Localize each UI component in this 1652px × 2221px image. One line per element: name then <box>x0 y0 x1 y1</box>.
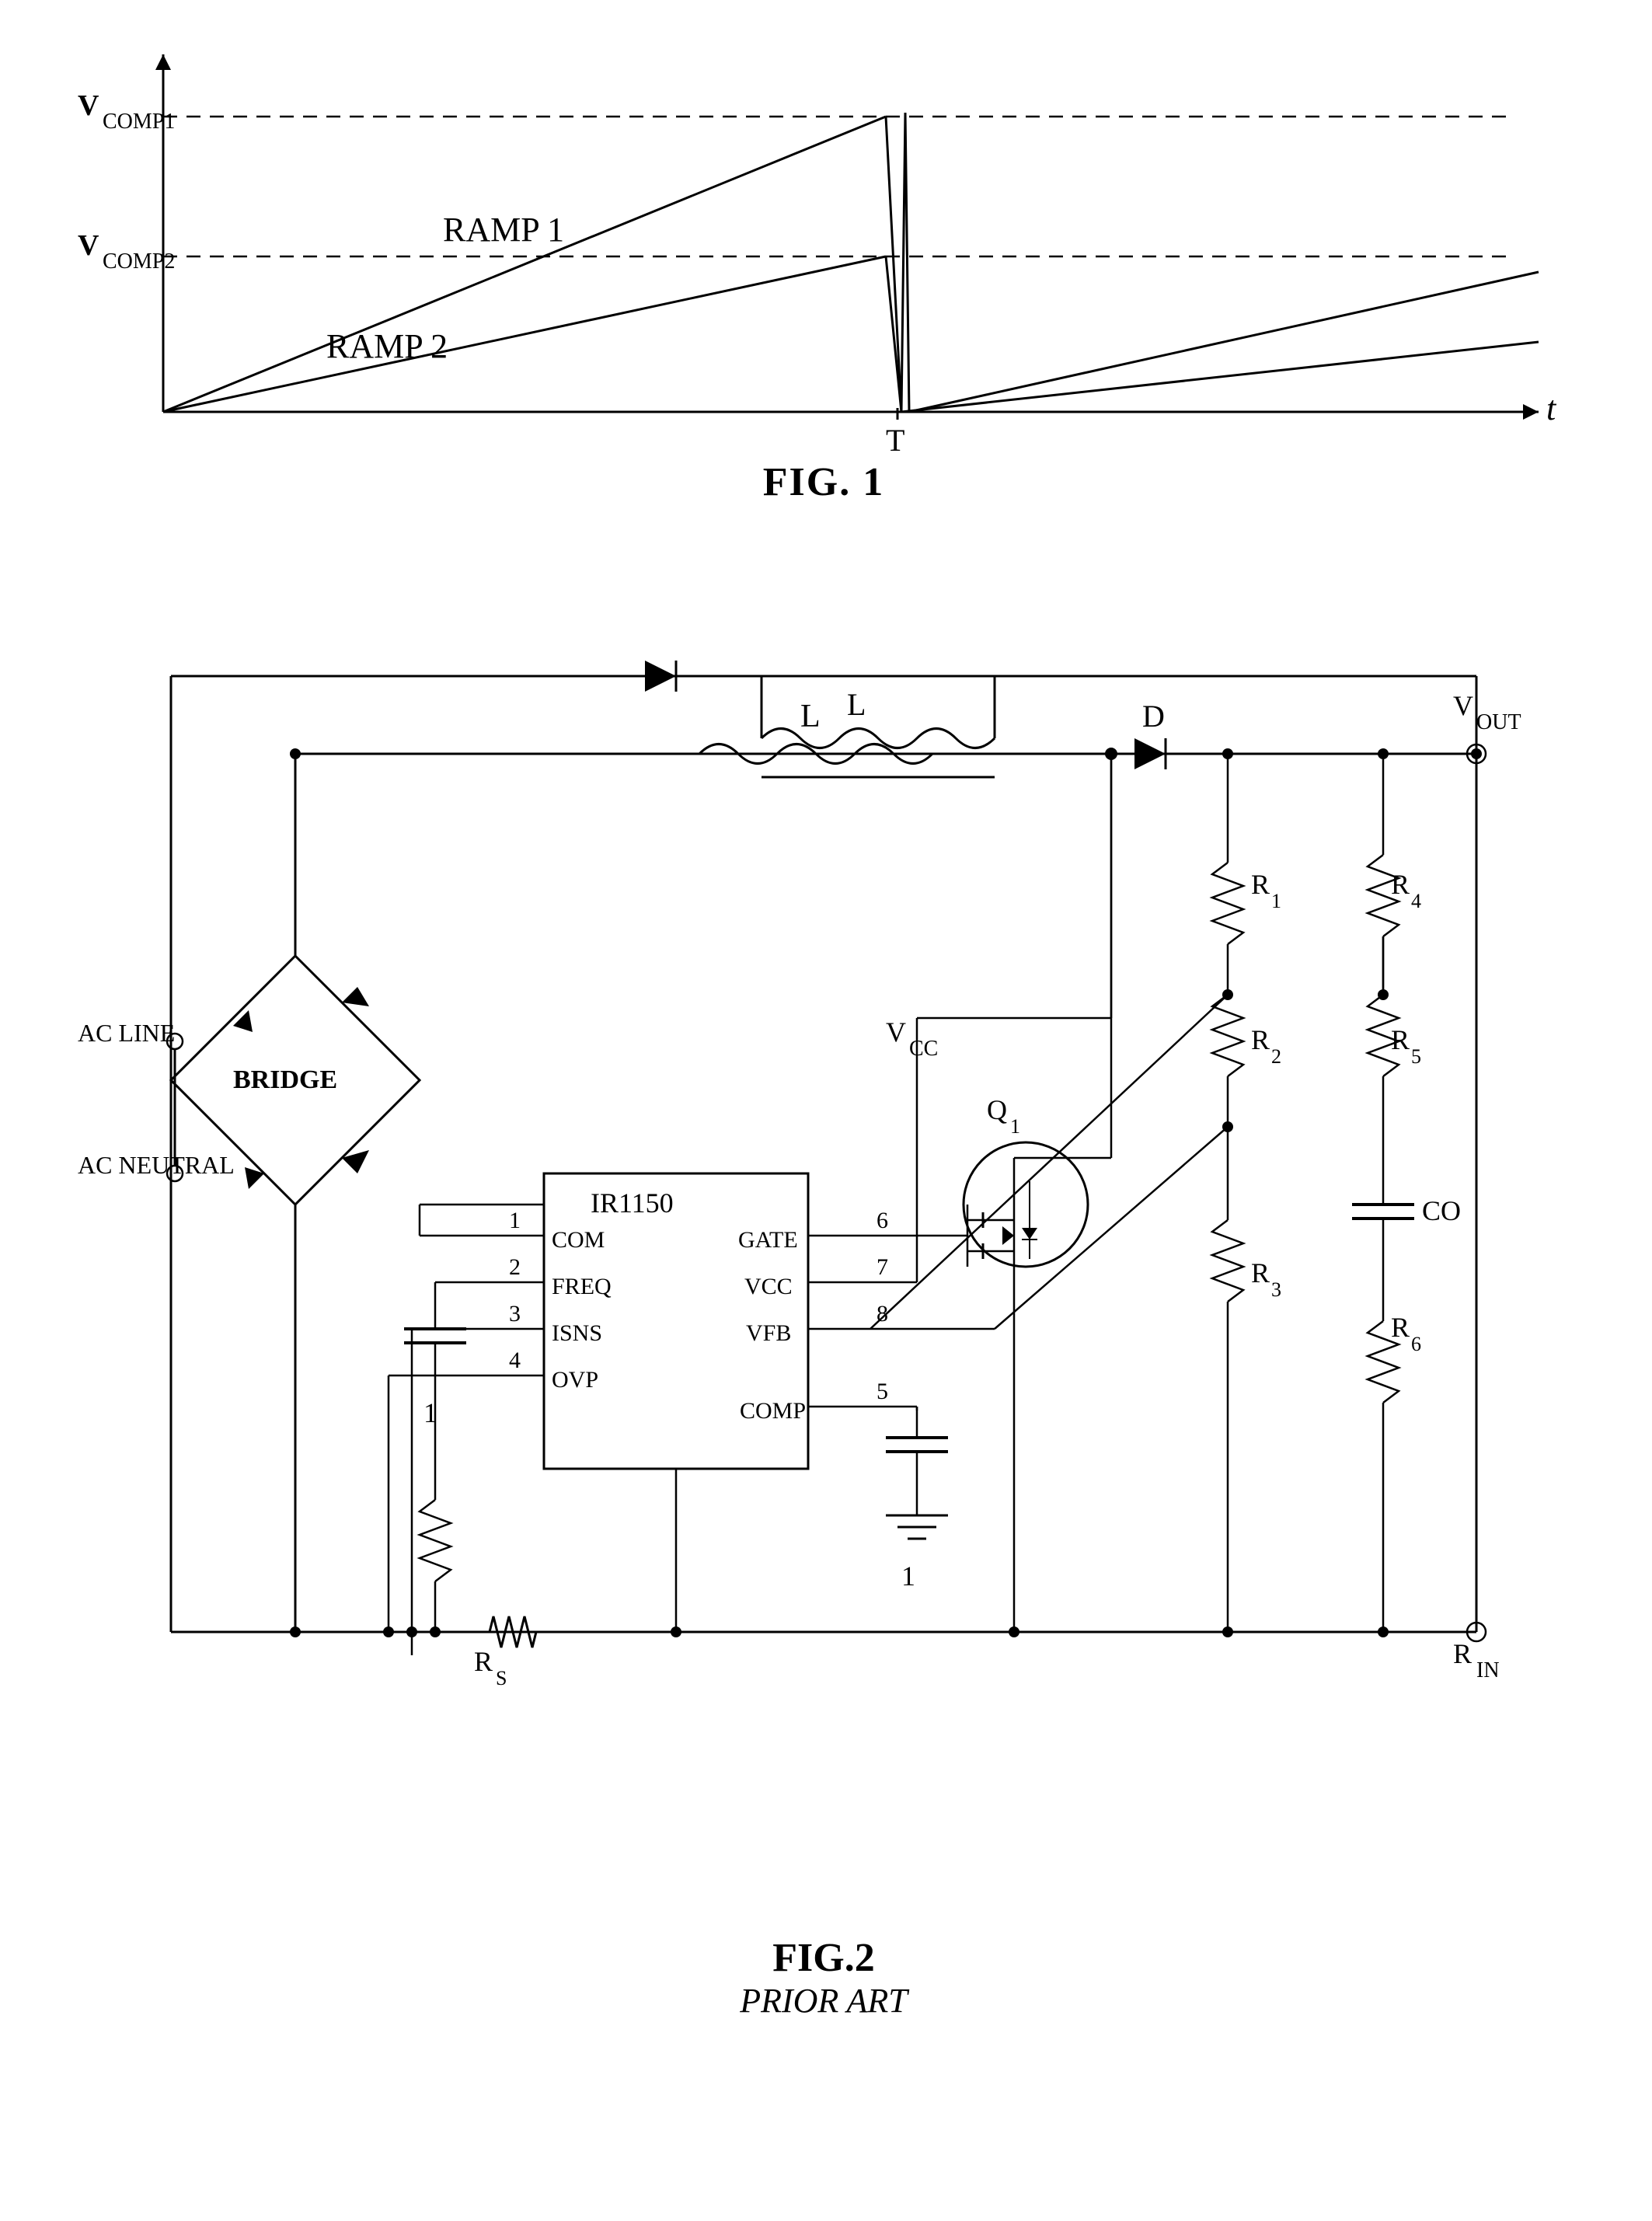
page: V COMP1 V COMP2 RAMP 1 RAMP 2 <box>0 0 1652 2221</box>
ac-line-label: AC LINE <box>78 1019 175 1047</box>
l-label: L <box>847 687 866 722</box>
pin-comp-label: COMP <box>740 1398 806 1424</box>
pin-gate-label: GATE <box>738 1227 798 1253</box>
fig2-label: FIG.2 PRIOR ART <box>740 1935 908 2021</box>
svg-text:V: V <box>78 89 99 122</box>
r4-sub: 4 <box>1411 890 1421 912</box>
svg-text:V: V <box>78 229 99 262</box>
fig1-container: V COMP1 V COMP2 RAMP 1 RAMP 2 <box>62 31 1585 513</box>
vcc-sub: CC <box>909 1037 938 1061</box>
prior-art-text: PRIOR ART <box>740 1981 908 2021</box>
pin-isns-label: ISNS <box>552 1320 602 1346</box>
svg-text:COMP2: COMP2 <box>103 249 175 274</box>
t-marker: T <box>886 423 904 458</box>
pin4-num: 4 <box>509 1348 521 1373</box>
pin6-num: 6 <box>877 1208 888 1233</box>
pin5-num: 5 <box>877 1379 888 1404</box>
r5-sub: 5 <box>1411 1045 1421 1068</box>
rs-sub: S <box>496 1667 507 1689</box>
ground-1-label: 1 <box>901 1560 915 1592</box>
pin-vfb-label: VFB <box>746 1320 791 1346</box>
l-label2: L <box>800 699 821 734</box>
pin1-num: 1 <box>509 1208 521 1233</box>
ic-name: IR1150 <box>591 1187 674 1219</box>
r3-label: R <box>1251 1257 1270 1288</box>
bottom-1-label: 1 <box>423 1397 437 1428</box>
vout-label: V <box>1453 690 1473 721</box>
pin-freq-label: FREQ <box>552 1274 612 1299</box>
pin2-num: 2 <box>509 1254 521 1280</box>
pin7-num: 7 <box>877 1254 888 1280</box>
r1-label: R <box>1251 869 1270 900</box>
ac-neutral-label: AC NEUTRAL <box>78 1151 235 1179</box>
r4-label: R <box>1391 869 1410 900</box>
time-axis-label: t <box>1546 389 1557 427</box>
q1-label: Q <box>987 1094 1007 1125</box>
pin-vcc-label: VCC <box>744 1274 793 1299</box>
q1-sub: 1 <box>1010 1115 1020 1138</box>
r6-sub: 6 <box>1411 1333 1421 1355</box>
pin3-num: 3 <box>509 1301 521 1327</box>
r6-label: R <box>1391 1312 1410 1343</box>
r2-label: R <box>1251 1024 1270 1055</box>
rs-label: R <box>474 1646 493 1677</box>
vcc-label: V <box>886 1016 906 1048</box>
ramp1-label: RAMP 1 <box>443 211 564 249</box>
bridge-label: BRIDGE <box>233 1065 337 1094</box>
fig2-container: L <box>62 583 1585 2059</box>
d-label: D <box>1142 699 1165 734</box>
fig1-label: FIG. 1 <box>763 459 884 505</box>
rin-label: R <box>1453 1638 1472 1669</box>
rin-sub: IN <box>1476 1658 1500 1682</box>
fig2-svg: L <box>62 583 1585 1997</box>
fig1-svg: V COMP1 V COMP2 RAMP 1 RAMP 2 <box>62 31 1585 474</box>
r3-sub: 3 <box>1271 1278 1281 1301</box>
r1-sub: 1 <box>1271 890 1281 912</box>
co-label: CO <box>1422 1195 1461 1226</box>
r2-sub: 2 <box>1271 1045 1281 1068</box>
ramp2-label: RAMP 2 <box>326 327 448 365</box>
vout-sub: OUT <box>1476 710 1521 734</box>
pin-com-label: COM <box>552 1227 605 1253</box>
fig2-num: FIG.2 <box>740 1935 908 1981</box>
svg-text:COMP1: COMP1 <box>103 110 175 134</box>
pin-ovp-label: OVP <box>552 1367 598 1393</box>
